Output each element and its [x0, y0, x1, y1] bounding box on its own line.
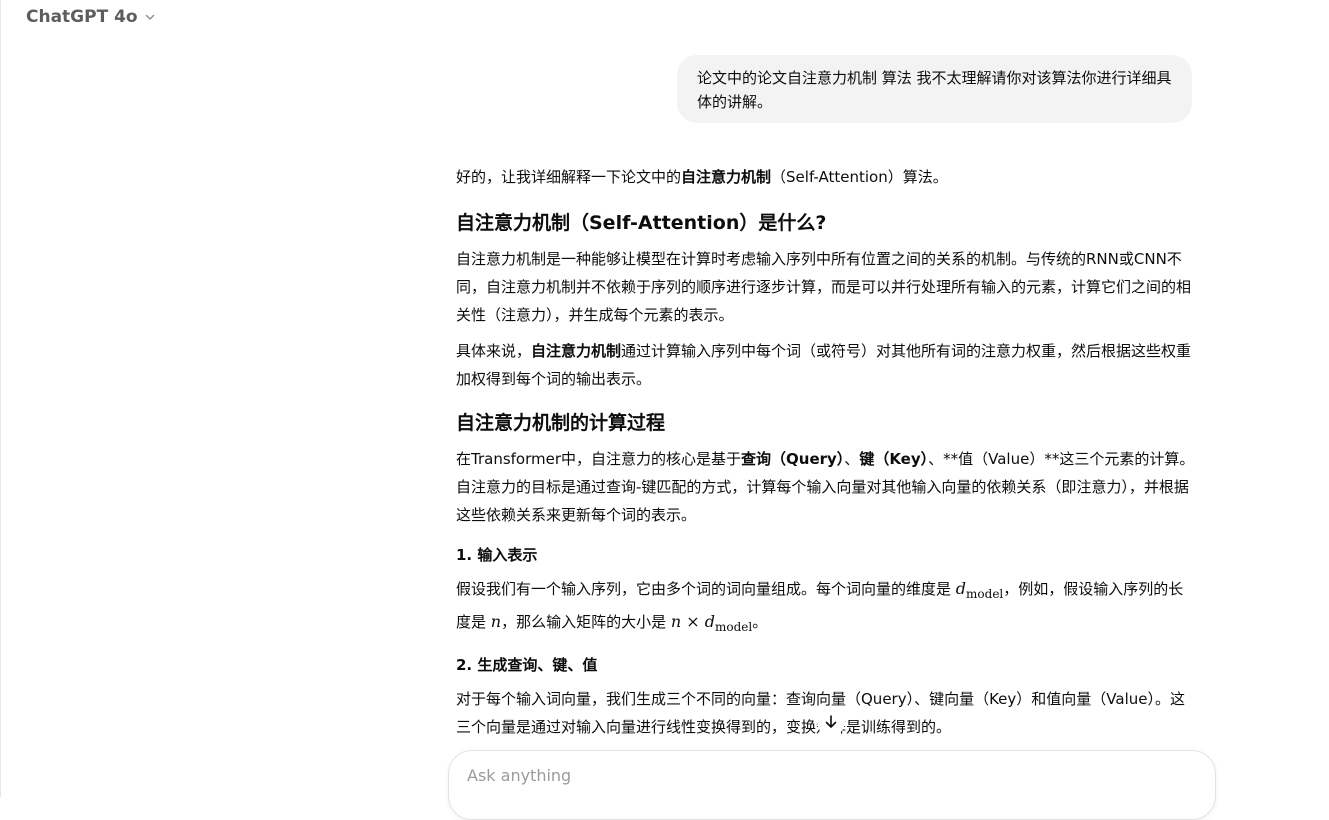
process-bold-key: 键（Key） [859, 450, 929, 468]
composer [448, 750, 1216, 820]
math-n2: n [670, 612, 682, 632]
process-paragraph: 在Transformer中，自注意力的核心是基于查询（Query）、键（Key）… [456, 445, 1198, 529]
step-1-paragraph: 假设我们有一个输入序列，它由多个词的词向量组成。每个词向量的维度是 dmodel… [456, 575, 1198, 641]
detail-paragraph: 具体来说，自注意力机制通过计算输入序列中每个词（或符号）对其他所有词的注意力权重… [456, 337, 1198, 393]
math-d-model: dmodel [955, 579, 1004, 602]
answer-intro: 好的，让我详细解释一下论文中的自注意力机制（Self-Attention）算法。 [456, 163, 1198, 191]
definition-paragraph: 自注意力机制是一种能够让模型在计算时考虑输入序列中所有位置之间的关系的机制。与传… [456, 250, 1192, 324]
scroll-to-bottom-button[interactable] [817, 708, 845, 736]
detail-bold: 自注意力机制 [531, 342, 622, 360]
step1-text-a: 假设我们有一个输入序列，它由多个词的词向量组成。每个词向量的维度是 [456, 580, 956, 598]
math-sub-model-2: model [715, 620, 753, 635]
heading-step-2: 2. 生成查询、键、值 [456, 656, 598, 675]
heading-what-is: 自注意力机制（Self-Attention）是什么? [456, 212, 827, 234]
assistant-message: 好的，让我详细解释一下论文中的自注意力机制（Self-Attention）算法。… [456, 163, 1198, 741]
sidebar-edge [0, 0, 1, 797]
math-d: d [955, 579, 967, 598]
step1-text-c: ，那么输入矩阵的大小是 [501, 613, 671, 632]
model-switcher[interactable]: ChatGPT 4o [26, 5, 156, 29]
process-bold-query: 查询（Query） [741, 450, 845, 468]
detail-text: 具体来说， [456, 342, 532, 360]
intro-text-end: （Self-Attention）算法。 [771, 168, 948, 186]
process-text-2: 、 [844, 450, 860, 468]
heading-process: 自注意力机制的计算过程 [456, 412, 666, 434]
chevron-down-icon [144, 11, 156, 23]
math-n: n [490, 612, 502, 632]
math-d2: d [704, 612, 716, 632]
intro-bold: 自注意力机制 [681, 168, 772, 186]
math-sub-model: model [966, 587, 1004, 602]
intro-text: 好的，让我详细解释一下论文中的 [456, 168, 682, 186]
message-input[interactable] [465, 765, 1169, 786]
user-message-text: 论文中的论文自注意力机制 算法 我不太理解请你对该算法你进行详细具体的讲解。 [697, 69, 1172, 111]
process-text-1: 在Transformer中，自注意力的核心是基于 [456, 450, 742, 468]
arrow-down-icon [823, 714, 839, 730]
step1-text-d: 。 [752, 613, 768, 632]
math-matrix-size: n × dmodel [670, 612, 753, 635]
model-name: ChatGPT 4o [26, 7, 138, 27]
user-message-bubble: 论文中的论文自注意力机制 算法 我不太理解请你对该算法你进行详细具体的讲解。 [677, 55, 1192, 123]
math-times: × [681, 612, 705, 632]
heading-step-1: 1. 输入表示 [456, 546, 538, 564]
